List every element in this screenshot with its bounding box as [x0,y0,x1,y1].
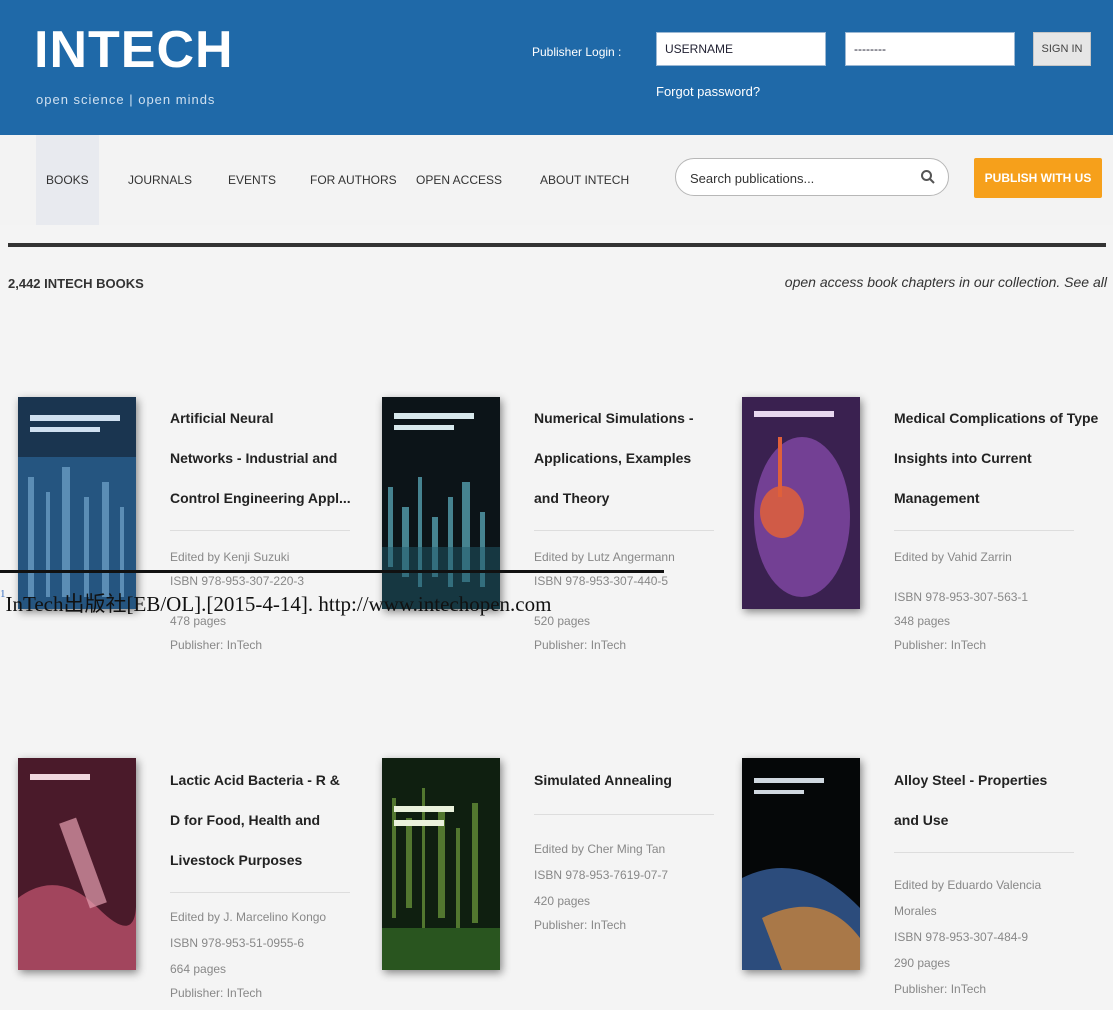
card-separator [894,530,1074,531]
book-meta: Edited by J. Marcelino Kongo [170,910,327,924]
book-cover[interactable] [742,758,860,970]
book-meta: Publisher: InTech [534,918,627,932]
footnote-rule [0,570,664,573]
book-meta: Edited by Eduardo Valencia [894,878,1042,892]
book-meta: Edited by Kenji Suzuki [170,550,290,564]
site-logo[interactable]: INTECH [34,24,234,76]
book-meta: Publisher: InTech [534,638,627,652]
login-label: Publisher Login : [532,45,622,59]
book-title[interactable]: Management [894,490,980,506]
search-box[interactable]: Search publications... [675,158,949,196]
book-title[interactable]: Medical Complications of Type [894,410,1098,426]
book-meta: 664 pages [170,962,227,976]
book-meta: ISBN 978-953-51-0955-6 [170,936,305,950]
card-separator [170,892,350,893]
search-input[interactable]: Search publications... [690,171,814,186]
book-meta: 420 pages [534,894,591,908]
publish-with-us-button[interactable]: PUBLISH WITH US [974,158,1102,198]
book-title[interactable]: Simulated Annealing [534,772,672,788]
collection-note-link[interactable]: open access book chapters in our collect… [785,274,1107,290]
book-meta: Edited by Lutz Angermann [534,550,675,564]
book-meta: Publisher: InTech [894,982,987,996]
book-title[interactable]: Artificial Neural [170,410,273,426]
card-separator [534,530,714,531]
book-cover[interactable] [18,397,136,609]
nav-item-books[interactable]: BOOKS [36,135,99,225]
book-meta: ISBN 978-953-7619-07-7 [534,868,669,882]
book-meta: Publisher: InTech [170,986,263,1000]
nav-item-journals[interactable]: JOURNALS [128,173,192,187]
nav-item-for-authors[interactable]: FOR AUTHORS [310,173,397,187]
password-field[interactable] [845,32,1015,66]
book-cover[interactable] [742,397,860,609]
book-title[interactable]: Alloy Steel - Properties [894,772,1047,788]
book-meta: Publisher: InTech [894,638,987,652]
book-title[interactable]: Insights into Current [894,450,1032,466]
top-header: INTECH open science | open minds Publish… [0,0,1113,135]
book-title[interactable]: Lactic Acid Bacteria - R & [170,772,340,788]
card-separator [170,530,350,531]
card-separator [534,814,714,815]
book-title[interactable]: Livestock Purposes [170,852,302,868]
sign-in-button[interactable]: SIGN IN [1033,32,1091,66]
book-meta: ISBN 978-953-307-440-5 [534,574,669,588]
forgot-password-link[interactable]: Forgot password? [656,84,760,99]
search-icon[interactable] [920,169,936,185]
book-meta: ISBN 978-953-307-563-1 [894,590,1029,604]
book-cover[interactable] [382,758,500,970]
book-title[interactable]: Networks - Industrial and [170,450,337,466]
book-meta: Edited by Cher Ming Tan [534,842,666,856]
nav-item-about[interactable]: ABOUT INTECH [540,173,629,187]
section-divider [8,243,1106,247]
book-title[interactable]: Applications, Examples [534,450,691,466]
card-separator [894,852,1074,853]
book-meta: 290 pages [894,956,951,970]
footnote: 1InTech出版社[EB/OL].[2015-4-14]. http://ww… [0,588,551,618]
nav-item-events[interactable]: EVENTS [228,173,276,187]
book-meta: Edited by Vahid Zarrin [894,550,1012,564]
nav-item-open-access[interactable]: OPEN ACCESS [416,173,502,187]
book-meta: ISBN 978-953-307-220-3 [170,574,305,588]
site-tagline: open science | open minds [36,92,216,107]
footnote-text: InTech出版社[EB/OL].[2015-4-14]. http://www… [5,592,552,616]
book-cover[interactable] [382,397,500,609]
book-title[interactable]: Numerical Simulations - [534,410,693,426]
book-meta: Publisher: InTech [170,638,263,652]
book-title[interactable]: and Theory [534,490,609,506]
book-meta: Morales [894,904,937,918]
book-title[interactable]: D for Food, Health and [170,812,320,828]
book-meta: 348 pages [894,614,951,628]
book-title[interactable]: Control Engineering Appl... [170,490,351,506]
book-count: 2,442 INTECH BOOKS [8,276,144,291]
book-title[interactable]: and Use [894,812,948,828]
username-field[interactable] [656,32,826,66]
book-cover[interactable] [18,758,136,970]
book-meta: ISBN 978-953-307-484-9 [894,930,1029,944]
